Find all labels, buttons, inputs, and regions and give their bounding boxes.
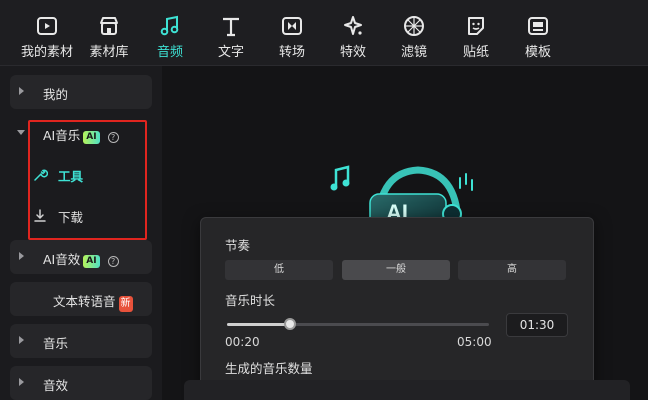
top-toolbar: 我的素材 素材库 音频 文字 转场 特效 滤镜 贴纸 模板 xyxy=(0,0,648,66)
duration-min: 00:20 xyxy=(225,335,260,349)
tab-library[interactable]: 素材库 xyxy=(79,14,139,62)
sidebar: 我的 AI音乐 AI? 工具 下载 AI音效 AI? 文本转语音新 音乐 音效 xyxy=(0,66,162,400)
tab-audio[interactable]: 音频 xyxy=(140,14,200,62)
ai-badge: AI xyxy=(83,131,100,144)
rhythm-option-medium[interactable]: 一般 xyxy=(342,260,450,280)
sidebar-item-music[interactable]: 音乐 xyxy=(10,324,152,358)
sidebar-item-ai-music[interactable]: AI音乐 AI? xyxy=(10,116,152,150)
text-icon xyxy=(223,17,239,37)
ai-music-settings-popover: 节奏 低 一般 高 音乐时长 00:20 05:00 01:30 生成的音乐数量… xyxy=(200,217,594,400)
bottom-panel xyxy=(184,380,630,400)
music-note-icon xyxy=(160,15,179,36)
count-label: 生成的音乐数量 xyxy=(225,361,313,376)
rhythm-option-high[interactable]: 高 xyxy=(458,260,566,280)
duration-value-field[interactable]: 01:30 xyxy=(506,313,568,337)
sparkle-icon xyxy=(344,16,362,35)
sidebar-item-tts[interactable]: 文本转语音新 xyxy=(10,282,152,316)
sidebar-item-ai-sfx[interactable]: AI音效 AI? xyxy=(10,240,152,274)
chevron-down-icon xyxy=(17,130,25,135)
ai-badge: AI xyxy=(83,255,100,268)
duration-label: 音乐时长 xyxy=(225,293,276,308)
sidebar-item-label: AI音效 xyxy=(43,252,81,267)
rhythm-option-low[interactable]: 低 xyxy=(225,260,333,280)
filter-icon xyxy=(404,16,424,36)
tab-filters[interactable]: 滤镜 xyxy=(384,14,444,62)
tab-transition[interactable]: 转场 xyxy=(262,14,322,62)
help-icon[interactable]: ? xyxy=(107,256,119,267)
sidebar-item-label: 文本转语音 xyxy=(53,294,116,309)
tab-effects[interactable]: 特效 xyxy=(323,14,383,62)
help-icon[interactable]: ? xyxy=(107,132,119,143)
download-icon xyxy=(34,209,46,222)
sidebar-item-label: AI音乐 xyxy=(43,128,81,143)
tab-stickers[interactable]: 贴纸 xyxy=(446,14,506,62)
media-icon xyxy=(37,17,57,35)
duration-slider-fill xyxy=(227,323,290,326)
chevron-right-icon xyxy=(19,87,24,95)
tab-templates[interactable]: 模板 xyxy=(508,14,568,62)
chevron-right-icon xyxy=(19,336,24,344)
sidebar-item-my[interactable]: 我的 xyxy=(10,75,152,109)
transition-icon xyxy=(282,17,302,35)
rhythm-label: 节奏 xyxy=(225,238,251,253)
store-icon xyxy=(100,17,118,35)
new-badge: 新 xyxy=(118,296,133,312)
duration-slider[interactable] xyxy=(227,318,489,330)
sidebar-item-sfx[interactable]: 音效 xyxy=(10,366,152,400)
duration-slider-handle[interactable] xyxy=(284,318,296,330)
template-icon xyxy=(528,17,548,35)
duration-max: 05:00 xyxy=(457,335,492,349)
tab-text[interactable]: 文字 xyxy=(201,14,261,62)
tab-my-media[interactable]: 我的素材 xyxy=(17,14,77,62)
chevron-right-icon xyxy=(19,252,24,260)
sticker-icon xyxy=(468,17,484,35)
chevron-right-icon xyxy=(19,378,24,386)
wrench-icon xyxy=(34,169,48,181)
